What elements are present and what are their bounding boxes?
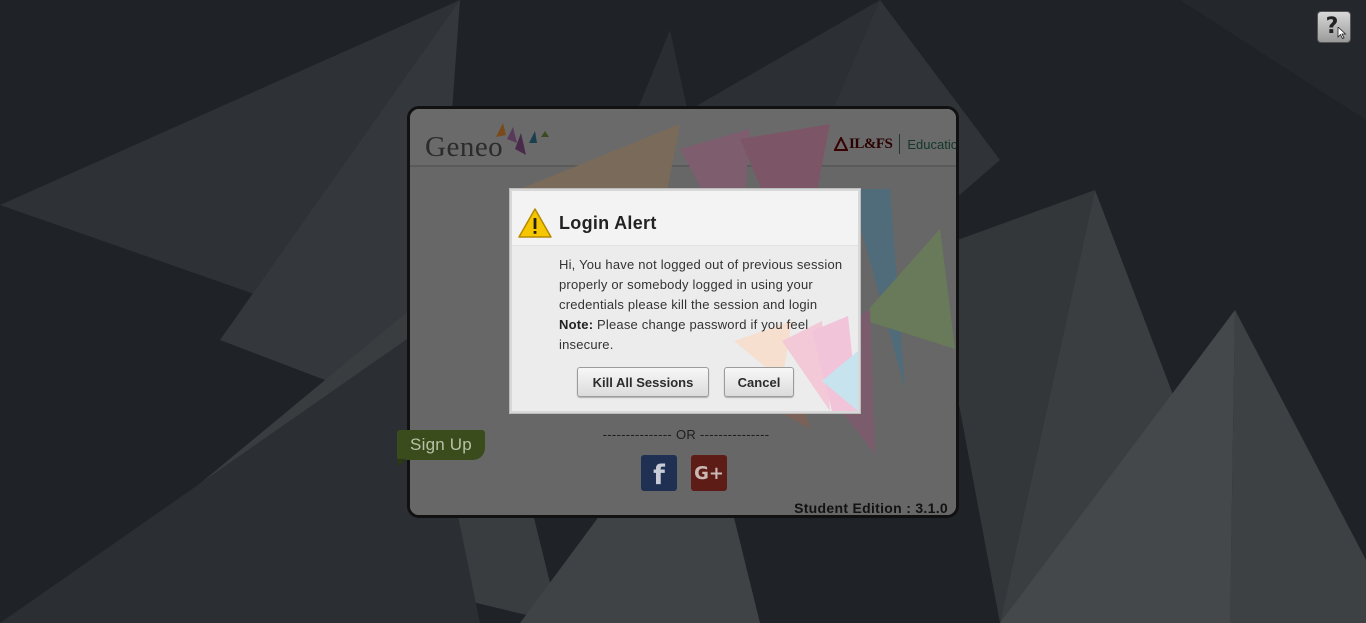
ilfs-name: IL&FS: [849, 135, 893, 152]
ilfs-education-logo: IL&FS Education: [834, 134, 958, 154]
kill-all-sessions-button[interactable]: Kill All Sessions: [577, 367, 709, 397]
google-plus-login-button[interactable]: G+: [691, 455, 727, 491]
edition-label: Student Edition : 3.1.0: [794, 500, 948, 516]
help-cursor-icon: [1337, 27, 1347, 39]
dialog-message: Hi, You have not logged out of previous …: [559, 255, 845, 355]
help-button[interactable]: ?: [1317, 11, 1351, 43]
sign-up-button[interactable]: Sign Up: [397, 430, 485, 460]
sign-up-ribbon-fold: [398, 459, 406, 467]
login-alert-dialog: Login Alert Hi, You have not logged out …: [510, 189, 860, 413]
sign-up-label: Sign Up: [410, 435, 472, 454]
dialog-message-text: Hi, You have not logged out of previous …: [559, 257, 843, 312]
dialog-note-label: Note:: [559, 317, 594, 332]
ilfs-logo-icon: [834, 137, 848, 151]
facebook-login-button[interactable]: f: [641, 455, 677, 491]
facebook-icon: f: [653, 459, 665, 491]
ilfs-separator: [899, 134, 901, 154]
or-divider: --------------- OR ---------------: [602, 427, 770, 442]
cancel-button[interactable]: Cancel: [724, 367, 794, 397]
warning-icon: [518, 208, 552, 238]
dialog-title: Login Alert: [559, 213, 657, 233]
ilfs-education-label: Education: [907, 136, 958, 152]
geneo-logo-text: Geneo: [425, 131, 504, 163]
geneo-logo-triangles: [496, 123, 549, 155]
google-plus-icon: G+: [694, 462, 724, 484]
dialog-note-text: Please change password if you feel insec…: [559, 317, 809, 352]
